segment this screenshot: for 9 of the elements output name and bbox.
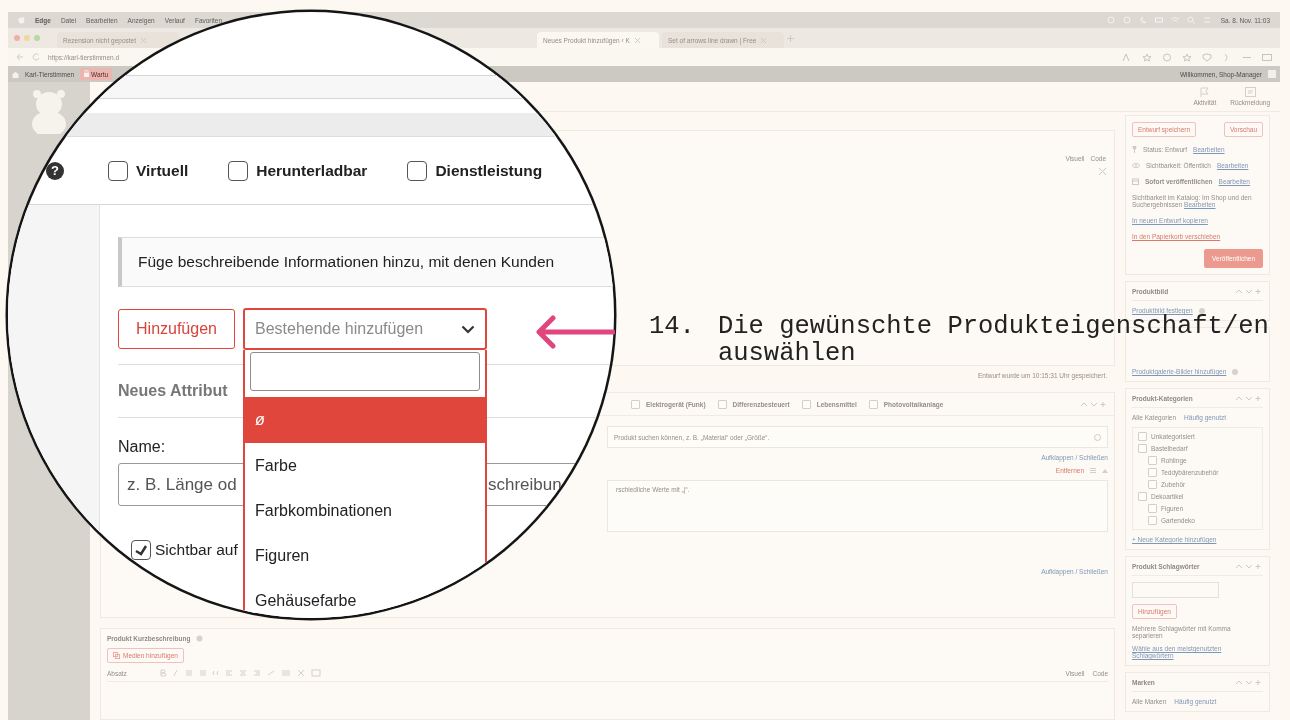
field-label: Name: <box>118 438 167 456</box>
checkbox-label: Virtuell <box>136 161 189 180</box>
checkbox-label: Dienstleistung <box>435 161 543 180</box>
section-heading: Neues Attribut <box>118 382 228 400</box>
info-notice: Füge beschreibende Informationen hinzu, mit denen Kunden <box>118 237 614 287</box>
checkbox-label: Sichtbar auf <box>155 541 238 559</box>
instruction-text: Die gewünschte Produkteigenschaft/en auswählen <box>717 313 1270 367</box>
step-number: 14. <box>649 313 695 343</box>
checkbox-label: Herunterladbar <box>256 161 368 180</box>
